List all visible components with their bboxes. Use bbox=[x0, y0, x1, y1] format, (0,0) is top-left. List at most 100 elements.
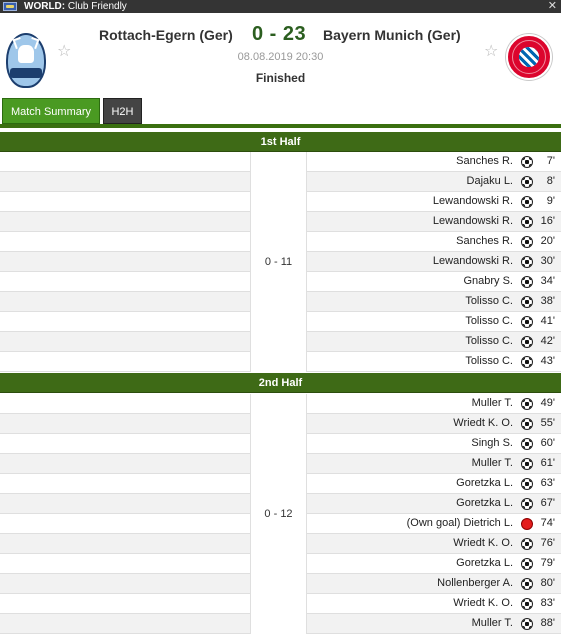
away-event-cell: Lewandowski R. 30' bbox=[307, 252, 561, 271]
goal-ball-icon bbox=[521, 498, 533, 510]
close-icon[interactable]: ✕ bbox=[548, 0, 557, 13]
away-event-cell: Tolisso C. 42' bbox=[307, 332, 561, 351]
away-event-cell: Sanches R. 20' bbox=[307, 232, 561, 251]
event-player[interactable]: Muller T. bbox=[472, 614, 513, 633]
away-event-cell: Wriedt K. O. 83' bbox=[307, 594, 561, 613]
home-event-cell bbox=[0, 172, 250, 191]
home-event-cell bbox=[0, 514, 250, 533]
home-event-cell bbox=[0, 394, 250, 413]
goal-ball-icon bbox=[521, 458, 533, 470]
home-event-cell bbox=[0, 252, 250, 271]
away-event-cell: Muller T. 49' bbox=[307, 394, 561, 413]
event-minute: 30' bbox=[540, 255, 555, 267]
home-event-cell bbox=[0, 474, 250, 493]
first-half-score-cell: 0 - 11 bbox=[250, 152, 307, 372]
event-minute: 16' bbox=[540, 215, 555, 227]
home-team-name[interactable]: Rottach-Egern (Ger) bbox=[99, 27, 233, 43]
event-minute: 7' bbox=[546, 155, 555, 167]
event-minute: 49' bbox=[540, 397, 555, 409]
section-header-second-half: 2nd Half bbox=[0, 373, 561, 393]
event-player[interactable]: Muller T. bbox=[472, 454, 513, 473]
home-event-cell bbox=[0, 292, 250, 311]
goal-ball-icon bbox=[521, 276, 533, 288]
away-event-cell: Singh S. 60' bbox=[307, 434, 561, 453]
event-player[interactable]: Wriedt K. O. bbox=[453, 594, 513, 613]
home-event-cell bbox=[0, 212, 250, 231]
away-event-cell: Tolisso C. 43' bbox=[307, 352, 561, 371]
goal-ball-icon bbox=[521, 236, 533, 248]
event-minute: 42' bbox=[540, 335, 555, 347]
away-event-cell: Goretzka L. 67' bbox=[307, 494, 561, 513]
event-player[interactable]: Sanches R. bbox=[456, 152, 513, 171]
away-event-cell: (Own goal) Dietrich L. 74' bbox=[307, 514, 561, 533]
event-minute: 74' bbox=[540, 517, 555, 529]
event-player[interactable]: Dajaku L. bbox=[467, 172, 513, 191]
event-player[interactable]: Muller T. bbox=[472, 394, 513, 413]
tab-underline bbox=[0, 124, 561, 128]
first-half-score: 0 - 11 bbox=[264, 256, 293, 268]
event-minute: 83' bbox=[540, 597, 555, 609]
home-event-cell bbox=[0, 434, 250, 453]
event-minute: 88' bbox=[540, 617, 555, 629]
event-minute: 80' bbox=[540, 577, 555, 589]
home-event-cell bbox=[0, 494, 250, 513]
away-team-name[interactable]: Bayern Munich (Ger) bbox=[323, 27, 461, 43]
event-player[interactable]: Lewandowski R. bbox=[433, 192, 513, 211]
event-player[interactable]: Lewandowski R. bbox=[433, 212, 513, 231]
event-player[interactable]: Wriedt K. O. bbox=[453, 534, 513, 553]
home-event-cell bbox=[0, 534, 250, 553]
goal-ball-icon bbox=[521, 196, 533, 208]
goal-ball-icon bbox=[521, 156, 533, 168]
event-player[interactable]: Wriedt K. O. bbox=[453, 414, 513, 433]
second-half-score: 0 - 12 bbox=[264, 508, 293, 520]
home-event-cell bbox=[0, 454, 250, 473]
event-minute: 34' bbox=[540, 275, 555, 287]
match-datetime: 08.08.2019 20:30 bbox=[237, 51, 324, 63]
event-player[interactable]: Gnabry S. bbox=[463, 272, 513, 291]
home-event-cell bbox=[0, 272, 250, 291]
event-minute: 38' bbox=[540, 295, 555, 307]
event-minute: 41' bbox=[540, 315, 555, 327]
goal-ball-icon bbox=[521, 418, 533, 430]
event-player[interactable]: Sanches R. bbox=[456, 232, 513, 251]
tab-bar: Match Summary H2H bbox=[0, 96, 561, 124]
tab-h2h[interactable]: H2H bbox=[103, 98, 142, 124]
home-event-cell bbox=[0, 232, 250, 251]
tab-match-summary[interactable]: Match Summary bbox=[2, 98, 100, 124]
away-event-cell: Nollenberger A. 80' bbox=[307, 574, 561, 593]
event-minute: 60' bbox=[540, 437, 555, 449]
event-player[interactable]: Tolisso C. bbox=[465, 352, 513, 371]
event-player[interactable]: Lewandowski R. bbox=[433, 252, 513, 271]
event-player[interactable]: (Own goal) Dietrich L. bbox=[407, 514, 513, 533]
home-event-cell bbox=[0, 192, 250, 211]
own-goal-ball-icon bbox=[521, 518, 533, 530]
event-minute: 55' bbox=[540, 417, 555, 429]
home-event-cell bbox=[0, 312, 250, 331]
goal-ball-icon bbox=[521, 578, 533, 590]
away-event-cell: Goretzka L. 63' bbox=[307, 474, 561, 493]
event-player[interactable]: Tolisso C. bbox=[465, 332, 513, 351]
event-minute: 63' bbox=[540, 477, 555, 489]
goal-ball-icon bbox=[521, 296, 533, 308]
event-player[interactable]: Tolisso C. bbox=[465, 292, 513, 311]
event-player[interactable]: Goretzka L. bbox=[456, 494, 513, 513]
goal-ball-icon bbox=[521, 356, 533, 368]
event-minute: 76' bbox=[540, 537, 555, 549]
event-player[interactable]: Nollenberger A. bbox=[437, 574, 513, 593]
goal-ball-icon bbox=[521, 176, 533, 188]
event-minute: 61' bbox=[540, 457, 555, 469]
goal-ball-icon bbox=[521, 538, 533, 550]
event-player[interactable]: Singh S. bbox=[471, 434, 513, 453]
competition-title[interactable]: WORLD: Club Friendly bbox=[24, 0, 127, 13]
home-event-cell bbox=[0, 614, 250, 633]
event-minute: 9' bbox=[546, 195, 555, 207]
match-header: ☆ Rottach-Egern (Ger) 0 - 23 Bayern Muni… bbox=[0, 13, 561, 96]
world-flag-icon bbox=[3, 2, 17, 11]
event-player[interactable]: Goretzka L. bbox=[456, 474, 513, 493]
event-player[interactable]: Tolisso C. bbox=[465, 312, 513, 331]
event-player[interactable]: Goretzka L. bbox=[456, 554, 513, 573]
away-event-cell: Lewandowski R. 9' bbox=[307, 192, 561, 211]
home-event-cell bbox=[0, 574, 250, 593]
away-event-cell: Sanches R. 7' bbox=[307, 152, 561, 171]
match-score: 0 - 23 bbox=[252, 23, 307, 45]
